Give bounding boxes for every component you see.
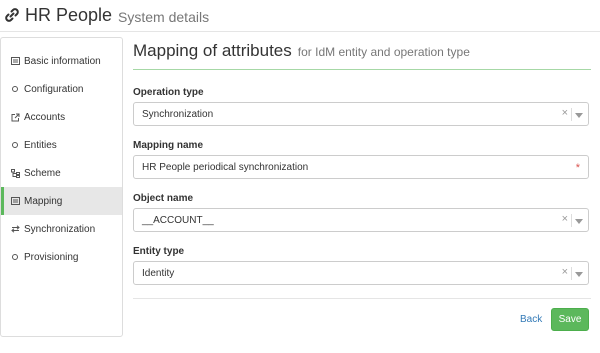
select-separator	[571, 108, 572, 121]
panel-title-divider	[133, 69, 591, 70]
page-header: HR People System details	[0, 0, 600, 30]
sidebar-item-label: Scheme	[24, 167, 61, 179]
mapping-name-input[interactable]: HR People periodical synchronization *	[133, 155, 589, 179]
save-button-label: Save	[558, 314, 582, 325]
back-button[interactable]: Back	[520, 314, 542, 325]
page-subtitle: System details	[118, 8, 210, 25]
save-button[interactable]: Save	[551, 308, 589, 331]
sidebar: Basic information Configuration Accounts…	[0, 37, 123, 337]
mapping-panel: Mapping of attributes for IdM entity and…	[133, 38, 591, 331]
external-link-icon	[10, 113, 20, 122]
sidebar-item-label: Mapping	[24, 195, 63, 207]
list-icon	[10, 57, 20, 65]
entity-type-value: Identity	[142, 267, 175, 279]
sidebar-item-label: Entities	[24, 139, 57, 151]
header-divider	[0, 31, 600, 32]
circle-icon	[10, 254, 20, 260]
sidebar-item-entities[interactable]: Entities	[1, 131, 122, 159]
entity-type-field: Entity type Identity ×	[133, 245, 591, 285]
clear-icon[interactable]: ×	[562, 107, 568, 119]
sidebar-item-label: Basic information	[24, 55, 101, 67]
sidebar-item-label: Accounts	[24, 111, 66, 123]
operation-type-field: Operation type Synchronization ×	[133, 86, 591, 126]
sidebar-item-label: Synchronization	[24, 223, 96, 235]
sidebar-item-basic-information[interactable]: Basic information	[1, 47, 122, 75]
object-name-field: Object name __ACCOUNT__ ×	[133, 192, 591, 232]
sidebar-item-synchronization[interactable]: Synchronization	[1, 215, 122, 243]
chevron-down-icon[interactable]	[575, 113, 583, 118]
mapping-name-value: HR People periodical synchronization	[142, 161, 309, 173]
sidebar-item-mapping[interactable]: Mapping	[1, 187, 122, 215]
object-name-value: __ACCOUNT__	[142, 214, 214, 226]
mapping-name-label: Mapping name	[133, 140, 204, 151]
panel-heading: Mapping of attributes for IdM entity and…	[133, 38, 591, 68]
entity-type-select[interactable]: Identity ×	[133, 261, 589, 285]
sidebar-item-configuration[interactable]: Configuration	[1, 75, 122, 103]
sidebar-item-provisioning[interactable]: Provisioning	[1, 243, 122, 271]
page-title: HR People	[25, 4, 113, 25]
operation-type-value: Synchronization	[142, 108, 214, 120]
operation-type-select[interactable]: Synchronization ×	[133, 102, 589, 126]
sidebar-item-accounts[interactable]: Accounts	[1, 103, 122, 131]
chevron-down-icon[interactable]	[575, 272, 583, 277]
sidebar-item-scheme[interactable]: Scheme	[1, 159, 122, 187]
circle-icon	[10, 142, 20, 148]
footer-divider	[133, 298, 591, 299]
transfer-icon	[10, 225, 20, 233]
link-icon	[5, 8, 19, 22]
list-icon	[10, 197, 20, 205]
entity-type-label: Entity type	[133, 246, 185, 257]
clear-icon[interactable]: ×	[562, 213, 568, 225]
mapping-name-field: Mapping name HR People periodical synchr…	[133, 139, 591, 179]
required-asterisk: *	[575, 162, 580, 174]
sidebar-item-label: Provisioning	[24, 251, 79, 263]
object-name-select[interactable]: __ACCOUNT__ ×	[133, 208, 589, 232]
operation-type-label: Operation type	[133, 87, 204, 98]
tree-icon	[10, 168, 20, 178]
chevron-down-icon[interactable]	[575, 219, 583, 224]
clear-icon[interactable]: ×	[562, 266, 568, 278]
select-separator	[571, 214, 572, 227]
panel-title: Mapping of attributes	[133, 41, 292, 60]
select-separator	[571, 267, 572, 280]
sidebar-item-label: Configuration	[24, 83, 84, 95]
panel-subtitle: for IdM entity and operation type	[297, 45, 470, 59]
object-name-label: Object name	[133, 193, 194, 204]
circle-icon	[10, 86, 20, 92]
